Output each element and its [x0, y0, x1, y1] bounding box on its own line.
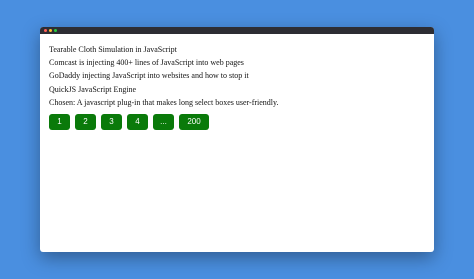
page-content: Tearable Cloth Simulation in JavaScript …: [40, 34, 434, 131]
maximize-window-icon[interactable]: [54, 29, 57, 32]
page-button-ellipsis[interactable]: ...: [153, 114, 174, 131]
list-item: Tearable Cloth Simulation in JavaScript: [49, 45, 177, 54]
page-button-3[interactable]: 3: [101, 114, 122, 131]
list-item: QuickJS JavaScript Engine: [49, 84, 137, 94]
browser-window: Tearable Cloth Simulation in JavaScript …: [40, 27, 434, 252]
pagination: 1 2 3 4 ... 200: [49, 114, 434, 131]
close-window-icon[interactable]: [44, 29, 47, 32]
page-button-2[interactable]: 2: [75, 114, 96, 131]
list-item: Comcast is injecting 400+ lines of JavaS…: [49, 58, 244, 68]
page-button-4[interactable]: 4: [127, 114, 148, 131]
chosen-item: Chosen: A javascript plug-in that makes …: [49, 97, 279, 107]
page-button-200[interactable]: 200: [179, 114, 209, 131]
window-titlebar: [40, 27, 434, 34]
page-button-1[interactable]: 1: [49, 114, 70, 131]
list-item: GoDaddy injecting JavaScript into websit…: [49, 71, 249, 81]
minimize-window-icon[interactable]: [49, 29, 52, 32]
